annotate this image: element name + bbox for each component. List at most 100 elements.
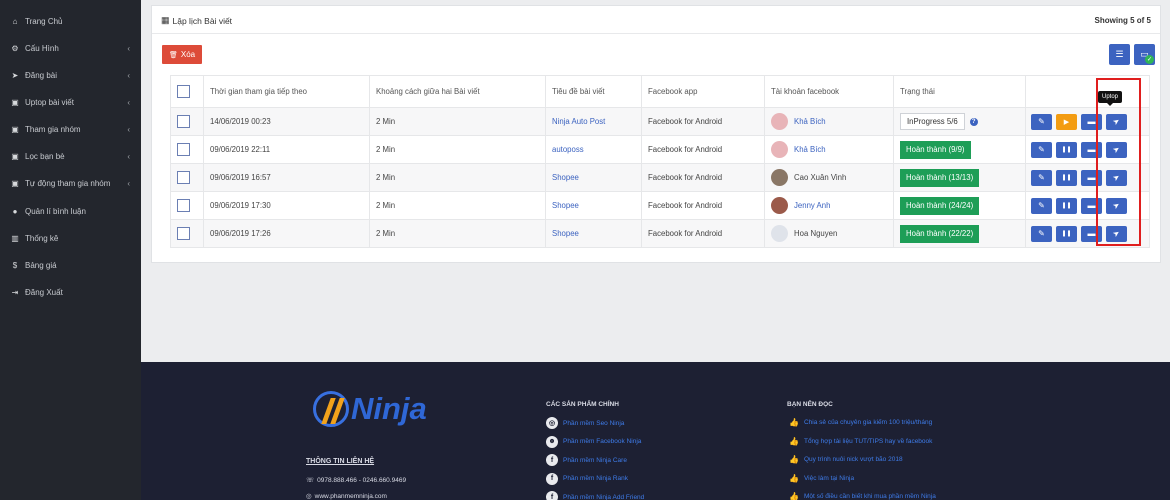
- product-link[interactable]: ◎ Phần mềm Seo Ninja: [546, 417, 624, 429]
- pause-button[interactable]: ❚❚: [1056, 225, 1077, 242]
- row-checkbox[interactable]: [177, 199, 190, 212]
- pause-button[interactable]: ❚❚: [1056, 141, 1077, 158]
- sidebar-item-label: Đăng Xuất: [25, 287, 63, 297]
- uptop-button[interactable]: ➤: [1106, 225, 1127, 242]
- sidebar-item[interactable]: ▣ Tự động tham gia nhóm ‹: [0, 170, 141, 196]
- chart-icon: ▥: [11, 233, 19, 243]
- ninja-logo[interactable]: Ninja: [313, 384, 463, 434]
- table-row: 14/06/2019 00:23 2 Min Ninja Auto Post Face…: [170, 107, 1150, 136]
- status-badge: Hoàn thành (22/22): [900, 224, 980, 243]
- select-all-checkbox[interactable]: [177, 85, 190, 98]
- chevron-left-icon: ‹: [127, 151, 130, 161]
- actions-cell: ✎ ❚❚ ▬ ➤: [1025, 191, 1150, 220]
- product-link[interactable]: f Phần mềm Ninja Care: [546, 454, 627, 466]
- edit-button[interactable]: ✎: [1031, 225, 1052, 242]
- sidebar-item-label: Trang Chủ: [25, 16, 63, 26]
- edit-button[interactable]: ✎: [1031, 197, 1052, 214]
- account-name[interactable]: Jenny Anh: [794, 201, 830, 210]
- folder-button[interactable]: ▬: [1081, 113, 1102, 130]
- post-title-link[interactable]: Shopee: [552, 201, 579, 210]
- sidebar-item[interactable]: ⚙ Cấu Hình ‹: [0, 35, 141, 61]
- post-title-link[interactable]: Ninja Auto Post: [552, 117, 605, 126]
- article-label: Việc làm tại Ninja: [803, 474, 855, 482]
- edit-button[interactable]: ✎: [1031, 113, 1052, 130]
- app-cell: Facebook for Android: [641, 219, 765, 248]
- sidebar-item-label: Quản lí bình luận: [25, 206, 86, 216]
- folder-button[interactable]: ▬: [1081, 141, 1102, 158]
- list-view-button[interactable]: ☰: [1109, 44, 1130, 65]
- sidebar-item[interactable]: ⌂ Trang Chủ: [0, 8, 141, 34]
- article-link[interactable]: 👍 Quy trình nuôi nick vượt bão 2018: [789, 455, 903, 464]
- article-link[interactable]: 👍 Việc làm tại Ninja: [789, 474, 854, 483]
- sidebar-item[interactable]: ▣ Uptop bài viết ‹: [0, 89, 141, 115]
- delete-button[interactable]: 🗑 Xóa: [162, 45, 203, 64]
- edit-button[interactable]: ✎: [1031, 141, 1052, 158]
- edit-button[interactable]: ✎: [1031, 169, 1052, 186]
- contact-website[interactable]: ◎ www.phanmemninja.com: [306, 492, 387, 500]
- grid-check-view-button[interactable]: ▭ ✓: [1134, 44, 1155, 65]
- post-title-link[interactable]: Shopee: [552, 173, 579, 182]
- uptop-button[interactable]: ➤: [1106, 197, 1127, 214]
- row-checkbox[interactable]: [177, 171, 190, 184]
- product-link[interactable]: f Phần mềm Ninja Rank: [546, 472, 628, 485]
- select-cell: [170, 163, 204, 192]
- thumbs-up-icon: 👍: [789, 436, 799, 446]
- sidebar-item[interactable]: ⇥ Đăng Xuất: [0, 279, 141, 305]
- next-time-cell: 14/06/2019 00:23: [203, 107, 370, 136]
- uptop-button[interactable]: ➤: [1106, 169, 1127, 186]
- article-link[interactable]: 👍 Chia sẻ của chuyên gia kiếm 100 triệu/t…: [789, 418, 932, 427]
- sidebar-item[interactable]: ▣ Lọc bạn bè ‹: [0, 143, 141, 169]
- article-link[interactable]: 👍 Tổng hợp tài liệu TUT/TIPS hay về faceb…: [789, 437, 932, 446]
- table-row: 09/06/2019 17:30 2 Min Shopee Facebook for …: [170, 191, 1150, 220]
- sidebar-item[interactable]: ▥ Thống kê: [0, 225, 141, 251]
- product-link[interactable]: f Phần mềm Ninja Add Friend: [546, 491, 644, 500]
- sidebar-item[interactable]: ➤ Đăng bài ‹: [0, 62, 141, 88]
- globe-icon: ◎: [306, 493, 312, 500]
- folder-button[interactable]: ▬: [1081, 169, 1102, 186]
- sidebar-item-label: Bảng giá: [25, 260, 57, 270]
- product-link[interactable]: ☻ Phần mềm Facebook Ninja: [546, 435, 641, 448]
- folder-icon: ▬: [1087, 117, 1096, 126]
- pause-button[interactable]: ❚❚: [1056, 169, 1077, 186]
- account: Khả Bích: [771, 141, 887, 158]
- col-status: Trạng thái: [893, 75, 1026, 108]
- folder-button[interactable]: ▬: [1081, 225, 1102, 242]
- row-actions: ✎ ❚❚ ▬ ➤: [1031, 141, 1143, 158]
- folder-button[interactable]: ▬: [1081, 197, 1102, 214]
- calendar-icon: ▦: [161, 15, 170, 25]
- sidebar-item-label: Lọc bạn bè: [25, 151, 65, 161]
- row-checkbox[interactable]: [177, 227, 190, 240]
- sidebar-item[interactable]: ● Quản lí bình luận: [0, 198, 141, 224]
- article-link[interactable]: 👍 Một số điều cần biết khi mua phần mềm N…: [789, 492, 936, 500]
- sidebar-item[interactable]: $ Bảng giá: [0, 252, 141, 278]
- title-cell: Shopee: [545, 191, 642, 220]
- contact-phone: ☏ 0978.888.466 - 0246.660.9469: [306, 476, 406, 485]
- row-checkbox[interactable]: [177, 115, 190, 128]
- pause-button[interactable]: ❚❚: [1056, 197, 1077, 214]
- post-title-link[interactable]: autoposs: [552, 145, 584, 154]
- interval-cell: 2 Min: [369, 107, 546, 136]
- chevron-left-icon: ‹: [127, 43, 130, 53]
- uptop-tooltip: Uptop: [1098, 91, 1123, 106]
- account-name[interactable]: Khả Bích: [794, 117, 826, 126]
- post-title-link[interactable]: Shopee: [552, 229, 579, 238]
- sidebar-item[interactable]: ▣ Tham gia nhóm ‹: [0, 116, 141, 142]
- uptop-button[interactable]: ➤: [1106, 113, 1127, 130]
- uptop-button[interactable]: ➤: [1106, 141, 1127, 158]
- select-cell: [170, 135, 204, 164]
- website-text: www.phanmemninja.com: [314, 492, 387, 500]
- account-name[interactable]: Khả Bích: [794, 145, 826, 154]
- pause-icon: ❚❚: [1061, 203, 1072, 209]
- status-cell: Hoàn thành (9/9): [893, 135, 1026, 164]
- schedule-box: ▦ Lập lịch Bài viết Showing 5 of 5 🗑 Xóa…: [151, 5, 1161, 263]
- question-icon[interactable]: ?: [969, 117, 978, 126]
- table-row: 09/06/2019 16:57 2 Min Shopee Facebook for …: [170, 163, 1150, 192]
- row-checkbox[interactable]: [177, 143, 190, 156]
- pause-icon: ❚❚: [1061, 147, 1072, 153]
- select-cell: [170, 191, 204, 220]
- box-header: ▦ Lập lịch Bài viết Showing 5 of 5: [152, 6, 1160, 34]
- next-time-cell: 09/06/2019 16:57: [203, 163, 370, 192]
- globe-icon: ◎: [546, 417, 558, 429]
- sidebar-item-label: Tự động tham gia nhóm: [25, 178, 111, 188]
- play-button[interactable]: ▶: [1056, 113, 1077, 130]
